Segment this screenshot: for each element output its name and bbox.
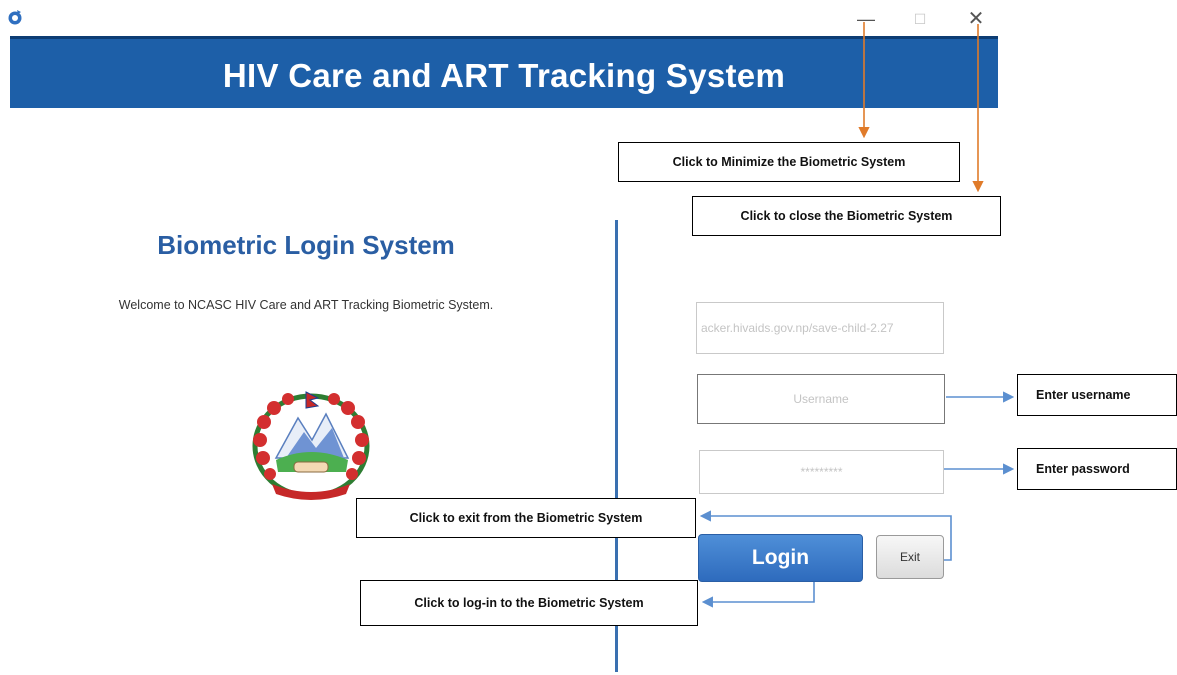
callout-minimize: Click to Minimize the Biometric System [618, 142, 960, 182]
minimize-button[interactable]: — [854, 8, 878, 30]
login-heading: Biometric Login System [157, 230, 455, 260]
callout-password: Enter password [1017, 448, 1177, 490]
callout-exit: Click to exit from the Biometric System [356, 498, 696, 538]
maximize-button[interactable]: ☐ [908, 8, 932, 30]
close-button[interactable]: ✕ [964, 8, 988, 30]
nepal-government-emblem-icon [252, 391, 370, 500]
exit-button[interactable]: Exit [876, 535, 944, 579]
login-button[interactable]: Login [698, 534, 863, 582]
password-input[interactable] [699, 450, 944, 494]
server-url-field[interactable] [696, 302, 944, 354]
callout-close: Click to close the Biometric System [692, 196, 1001, 236]
header-bar: HIV Care and ART Tracking System [10, 36, 998, 108]
app-logo-icon [8, 10, 22, 25]
username-input[interactable] [697, 374, 945, 424]
login-window: — ☐ ✕ HIV Care and ART Tracking System B… [0, 0, 1177, 675]
welcome-message: Welcome to NCASC HIV Care and ART Tracki… [118, 298, 494, 312]
app-title: HIV Care and ART Tracking System [222, 57, 786, 94]
callout-username: Enter username [1017, 374, 1177, 416]
callout-login: Click to log-in to the Biometric System [360, 580, 698, 626]
